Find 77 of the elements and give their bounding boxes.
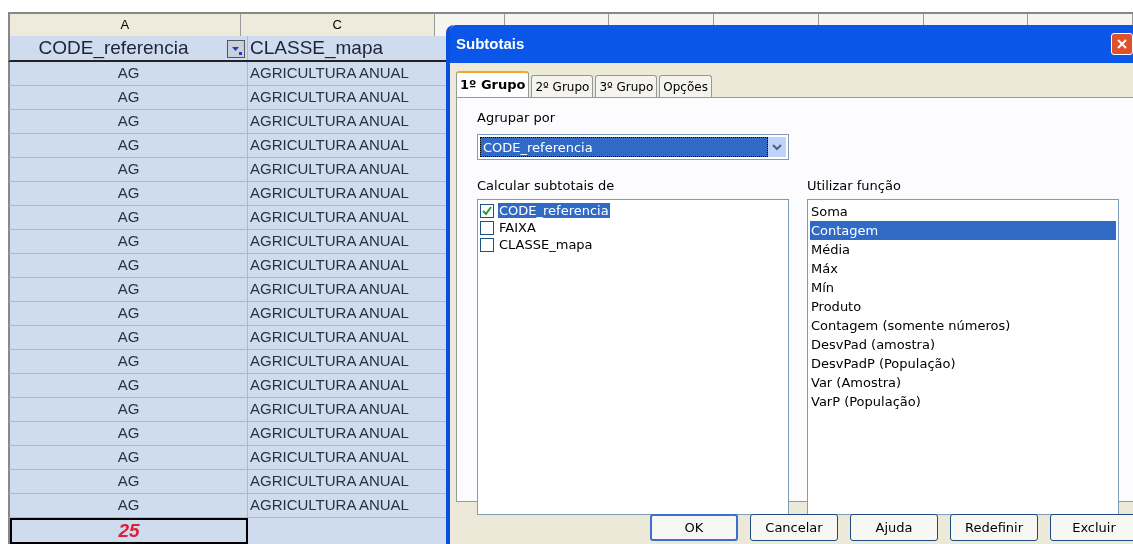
table-cell-text: AGRICULTURA ANUAL bbox=[249, 279, 409, 300]
dialog-button[interactable]: Redefinir bbox=[950, 514, 1038, 541]
table-cell-text: AG bbox=[117, 375, 140, 396]
table-cell-text: AGRICULTURA ANUAL bbox=[249, 231, 409, 252]
table-cell-text: AG bbox=[117, 423, 140, 444]
checkbox[interactable] bbox=[480, 203, 494, 218]
table-cell-text: AG bbox=[117, 183, 140, 204]
table-cell-text: AG bbox=[117, 207, 140, 228]
tab[interactable]: 1º Grupo bbox=[456, 71, 530, 97]
filter-dropdown-icon[interactable] bbox=[227, 40, 245, 58]
dialog-button[interactable]: Cancelar bbox=[750, 514, 838, 541]
table-cell-text: AGRICULTURA ANUAL bbox=[249, 303, 409, 324]
column-header[interactable]: A bbox=[10, 14, 241, 36]
table-cell-text: AG bbox=[117, 231, 140, 252]
checkbox[interactable] bbox=[480, 237, 494, 252]
list-item[interactable]: DesvPad (amostra) bbox=[810, 335, 1116, 354]
table-cell-text: AG bbox=[117, 303, 140, 324]
table-cell-text: AG bbox=[117, 87, 140, 108]
table-cell-text: AGRICULTURA ANUAL bbox=[249, 207, 409, 228]
field-label: Agrupar por bbox=[477, 109, 556, 127]
list-item[interactable]: FAIXA bbox=[498, 220, 537, 235]
table-cell-text: AGRICULTURA ANUAL bbox=[249, 183, 409, 204]
table-cell-text: AG bbox=[117, 351, 140, 372]
table-cell-text: AG bbox=[117, 159, 140, 180]
list-item[interactable]: Contagem bbox=[810, 221, 1116, 240]
table-cell-text: AGRICULTURA ANUAL bbox=[249, 111, 409, 132]
table-cell-text: AG bbox=[117, 495, 140, 516]
table-cell-text: AGRICULTURA ANUAL bbox=[249, 255, 409, 276]
table-cell-text: CODE_referencia bbox=[38, 35, 190, 61]
table-cell-text: AG bbox=[117, 327, 140, 348]
group-by-dropdown[interactable]: CODE_referencia bbox=[477, 133, 789, 160]
dialog-button[interactable]: Excluir bbox=[1050, 514, 1133, 541]
list-item[interactable]: DesvPadP (População) bbox=[810, 354, 1116, 373]
field-label: Utilizar função bbox=[807, 176, 902, 195]
table-cell-text: AG bbox=[117, 447, 140, 468]
table-cell-text: AGRICULTURA ANUAL bbox=[249, 423, 409, 444]
table-cell-text: AGRICULTURA ANUAL bbox=[249, 159, 409, 180]
list-item[interactable]: Mín bbox=[810, 278, 1116, 297]
table-cell-text: AG bbox=[117, 135, 140, 156]
table-cell-text: AGRICULTURA ANUAL bbox=[249, 351, 409, 372]
list-item[interactable]: Produto bbox=[810, 297, 1116, 316]
table-cell-text: 25 bbox=[118, 518, 140, 543]
table-cell-text: AGRICULTURA ANUAL bbox=[249, 135, 409, 156]
table-cell-text: AGRICULTURA ANUAL bbox=[249, 399, 409, 420]
list-item[interactable]: CLASSE_mapa bbox=[498, 237, 594, 252]
table-cell-text: AGRICULTURA ANUAL bbox=[249, 375, 409, 396]
tab[interactable]: Opções bbox=[659, 75, 712, 97]
table-cell-text: AGRICULTURA ANUAL bbox=[249, 495, 409, 516]
table-cell-text: AG bbox=[117, 255, 140, 276]
tab[interactable]: 3º Grupo bbox=[595, 75, 658, 97]
table-cell-text: AGRICULTURA ANUAL bbox=[249, 447, 409, 468]
table-cell-text: AG bbox=[117, 471, 140, 492]
table-cell-text: AGRICULTURA ANUAL bbox=[249, 327, 409, 348]
chevron-down-icon[interactable] bbox=[768, 136, 786, 157]
list-item[interactable]: Máx bbox=[810, 259, 1116, 278]
table-cell-text: AG bbox=[117, 111, 140, 132]
list-item[interactable]: CODE_referencia bbox=[498, 203, 610, 218]
list-item[interactable]: Soma bbox=[810, 202, 1116, 221]
window-title: Subtotais bbox=[456, 33, 525, 54]
table-cell-text: AG bbox=[117, 279, 140, 300]
table-cell-text: AGRICULTURA ANUAL bbox=[249, 471, 409, 492]
list-item[interactable]: Contagem (somente números) bbox=[810, 316, 1116, 335]
list-item[interactable]: Var (Amostra) bbox=[810, 373, 1116, 392]
list-item[interactable]: VarP (População) bbox=[810, 392, 1116, 411]
column-header[interactable]: C bbox=[240, 14, 435, 36]
dialog-button[interactable]: Ajuda bbox=[850, 514, 938, 541]
table-cell-text: AGRICULTURA ANUAL bbox=[249, 63, 409, 84]
field-label: Calcular subtotais de bbox=[477, 176, 616, 195]
table-cell-text: AGRICULTURA ANUAL bbox=[249, 87, 409, 108]
table-cell-text: AG bbox=[117, 63, 140, 84]
checkbox[interactable] bbox=[480, 220, 494, 235]
close-icon[interactable] bbox=[1111, 33, 1133, 55]
table-cell-text: CLASSE_mapa bbox=[249, 35, 384, 61]
tab[interactable]: 2º Grupo bbox=[531, 75, 594, 97]
dialog-button[interactable]: OK bbox=[650, 514, 738, 541]
list-item[interactable]: Média bbox=[810, 240, 1116, 259]
table-cell-text: AG bbox=[117, 399, 140, 420]
